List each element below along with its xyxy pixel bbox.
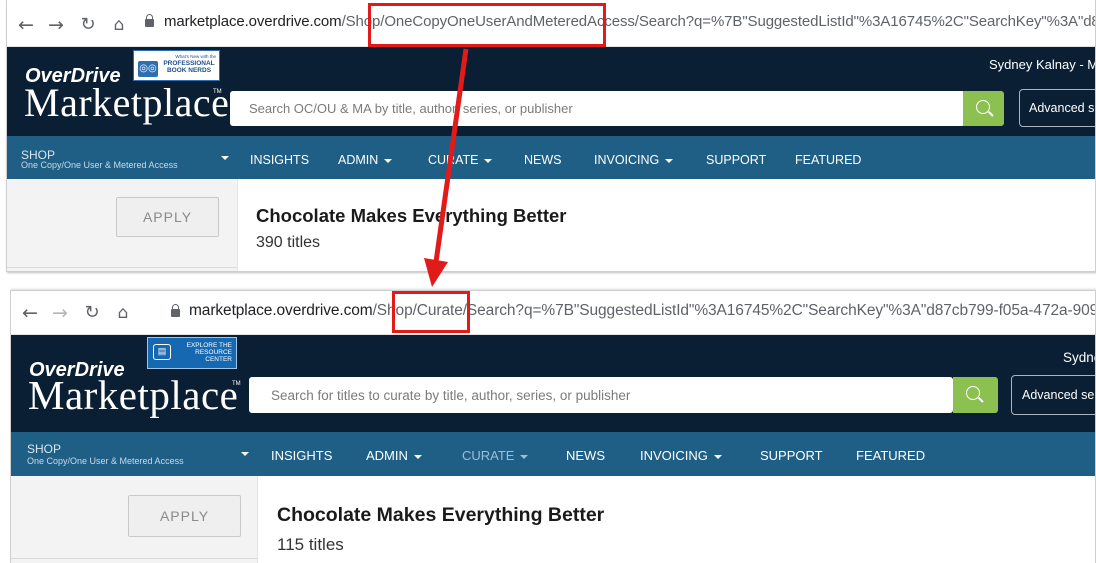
forward-arrow-icon[interactable]: → [45,14,67,36]
trademark-mark: TM [232,381,241,387]
search-button[interactable] [953,377,998,413]
glasses-icon: ◎◎ [138,61,158,77]
promo-badge[interactable]: ◎◎ What's New with the PROFESSIONAL BOOK… [133,50,220,81]
search-icon-handle [978,397,984,403]
screenshot-before: ← → ↻ ⌂ marketplace.overdrive.com/Shop/O… [6,0,1096,272]
url-path: /Shop/OneCopyOneUserAndMeteredAccess/Sea… [341,13,1095,30]
back-arrow-icon[interactable]: ← [15,14,37,36]
nav-item-admin-label: ADMIN [338,153,379,167]
chevron-down-icon [384,158,393,163]
user-menu[interactable]: Sydney Kalnay - My I [989,57,1095,72]
lock-icon [145,14,154,27]
url-host: marketplace.overdrive.com [189,302,373,319]
chevron-down-icon [665,158,674,163]
list-title: Chocolate Makes Everything Better [256,205,567,226]
nav-item-featured[interactable]: FEATURED [795,153,861,167]
shop-sublabel: One Copy/One User & Metered Access [27,456,184,466]
divider [7,267,237,268]
site-header: ▤ EXPLORE THE RESOURCE CENTER OverDrive … [11,335,1095,432]
search-input[interactable]: Search for titles to curate by title, au… [249,377,953,413]
nav-item-insights[interactable]: INSIGHTS [271,448,332,463]
chevron-down-icon [484,158,493,163]
nav-item-news[interactable]: NEWS [524,153,562,167]
shop-label: SHOP [27,442,62,456]
main-nav: SHOP One Copy/One User & Metered Access … [7,136,1095,179]
shop-sublabel: One Copy/One User & Metered Access [21,160,178,170]
badge-text: EXPLORE THE RESOURCE CENTER [186,342,232,363]
chevron-down-icon [241,452,249,456]
address-bar[interactable]: marketplace.overdrive.com/Shop/OneCopyOn… [164,13,1095,30]
list-title: Chocolate Makes Everything Better [277,504,605,526]
advanced-search-button[interactable]: Advanced se [1019,89,1095,127]
nav-item-curate-label: CURATE [462,448,515,463]
nav-item-curate-label: CURATE [428,153,479,167]
results-area: APPLY Chocolate Makes Everything Better … [11,476,1095,563]
nav-item-insights[interactable]: INSIGHTS [250,153,309,167]
nav-item-support[interactable]: SUPPORT [760,448,823,463]
divider [11,558,257,559]
title-count: 115 titles [277,535,344,554]
lock-icon [171,304,180,317]
results-area: APPLY Chocolate Makes Everything Better … [7,179,1095,271]
address-bar[interactable]: marketplace.overdrive.com/Shop/Curate/Se… [189,302,1096,320]
apply-button[interactable]: APPLY [116,197,219,237]
search-button[interactable] [963,91,1004,126]
search-placeholder: Search for titles to curate by title, au… [271,388,631,403]
title-count: 390 titles [256,234,321,251]
filter-sidebar: APPLY [11,476,258,563]
chevron-down-icon [713,454,722,459]
filter-sidebar: APPLY [7,179,238,271]
product-logo[interactable]: Marketplace [24,79,229,126]
badge-tagline: What's New with the [175,54,216,59]
nav-item-admin[interactable]: ADMIN [338,153,393,167]
search-icon-handle [988,111,994,117]
product-logo[interactable]: Marketplace [28,371,238,419]
url-path: /Shop/Curate/Search?q=%7B"SuggestedListI… [372,302,1096,319]
advanced-search-button[interactable]: Advanced se [1011,375,1095,415]
nav-item-invoicing-label: INVOICING [594,153,660,167]
search-input[interactable]: Search OC/OU & MA by title, author, seri… [230,91,965,126]
nav-item-curate[interactable]: CURATE [428,153,493,167]
chevron-down-icon [520,454,529,459]
nav-item-invoicing-label: INVOICING [640,448,708,463]
trademark-mark: TM [213,89,222,95]
browser-toolbar: ← → ↻ ⌂ marketplace.overdrive.com/Shop/C… [11,291,1095,335]
home-icon[interactable]: ⌂ [112,302,134,324]
search-placeholder: Search OC/OU & MA by title, author, seri… [249,101,573,116]
promo-badge[interactable]: ▤ EXPLORE THE RESOURCE CENTER [147,337,237,369]
apply-button[interactable]: APPLY [128,495,241,537]
badge-text: PROFESSIONAL BOOK NERDS [163,60,215,74]
nav-item-invoicing[interactable]: INVOICING [594,153,674,167]
nav-item-admin-label: ADMIN [366,448,408,463]
nav-item-support[interactable]: SUPPORT [706,153,766,167]
user-menu[interactable]: Sydne [1063,350,1095,365]
reload-icon[interactable]: ↻ [81,302,103,324]
nav-item-news[interactable]: NEWS [566,448,605,463]
browser-toolbar: ← → ↻ ⌂ marketplace.overdrive.com/Shop/O… [7,0,1095,47]
site-header: ◎◎ What's New with the PROFESSIONAL BOOK… [7,47,1095,136]
nav-item-invoicing[interactable]: INVOICING [640,448,722,463]
home-icon[interactable]: ⌂ [108,14,130,36]
nav-item-admin[interactable]: ADMIN [366,448,422,463]
screenshot-after: ← → ↻ ⌂ marketplace.overdrive.com/Shop/C… [10,290,1096,563]
chat-bubbles-icon: ▤ [153,344,171,360]
main-nav: SHOP One Copy/One User & Metered Access … [11,432,1095,476]
nav-item-featured[interactable]: FEATURED [856,448,925,463]
forward-arrow-icon[interactable]: → [49,302,71,324]
reload-icon[interactable]: ↻ [77,14,99,36]
nav-item-curate[interactable]: CURATE [462,448,529,463]
back-arrow-icon[interactable]: ← [19,302,41,324]
chevron-down-icon [413,454,422,459]
url-host: marketplace.overdrive.com [164,13,342,30]
chevron-down-icon [221,156,229,160]
